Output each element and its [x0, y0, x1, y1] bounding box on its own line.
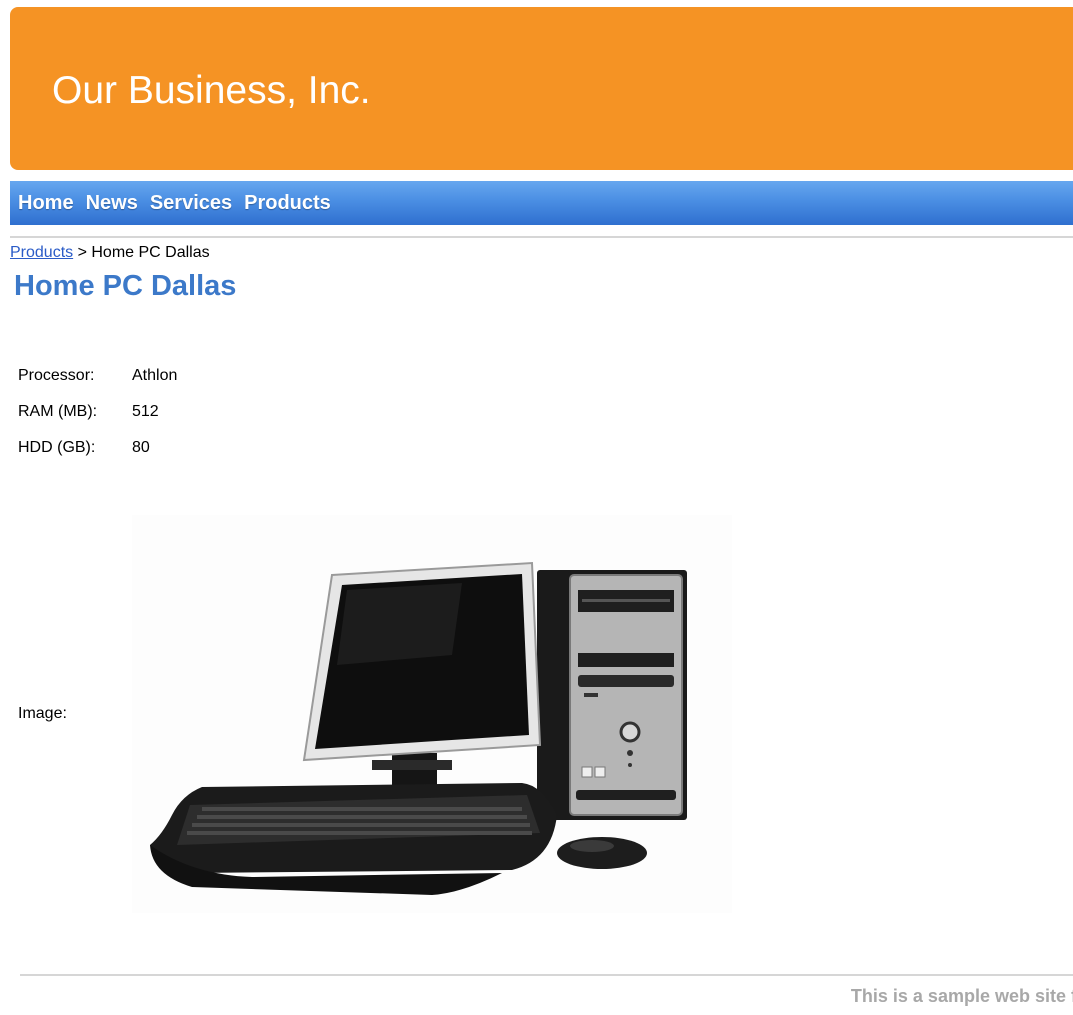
product-properties: Processor: Athlon RAM (MB): 512 HDD (GB)…	[18, 358, 177, 466]
property-value: 80	[132, 439, 150, 456]
breadcrumb-separator: >	[73, 244, 92, 261]
nav-item-services[interactable]: Services	[150, 192, 232, 215]
breadcrumb-link-products[interactable]: Products	[10, 244, 73, 261]
property-row-ram: RAM (MB): 512	[18, 394, 177, 430]
header-banner: Our Business, Inc.	[10, 7, 1073, 170]
nav-divider	[10, 236, 1073, 238]
footer-text: This is a sample web site f	[850, 986, 1073, 1006]
property-value: 512	[132, 403, 159, 420]
breadcrumb: Products > Home PC Dallas	[10, 244, 210, 262]
property-label: RAM (MB):	[18, 403, 98, 420]
nav-item-news[interactable]: News	[86, 192, 138, 215]
footer-divider	[20, 974, 1073, 976]
page-title: Home PC Dallas	[14, 270, 237, 302]
desktop-computer-icon	[150, 561, 687, 895]
nav-item-products[interactable]: Products	[244, 192, 331, 215]
main-navigation: Home News Services Products	[10, 181, 1073, 225]
property-label: HDD (GB):	[18, 439, 96, 456]
property-label: Processor:	[18, 367, 95, 384]
property-row-processor: Processor: Athlon	[18, 358, 177, 394]
breadcrumb-current: Home PC Dallas	[91, 244, 210, 261]
property-value: Athlon	[132, 367, 178, 384]
image-label: Image:	[18, 705, 67, 722]
product-image	[132, 515, 732, 913]
site-title: Our Business, Inc.	[52, 69, 371, 112]
property-row-hdd: HDD (GB): 80	[18, 430, 177, 466]
nav-item-home[interactable]: Home	[18, 192, 74, 215]
